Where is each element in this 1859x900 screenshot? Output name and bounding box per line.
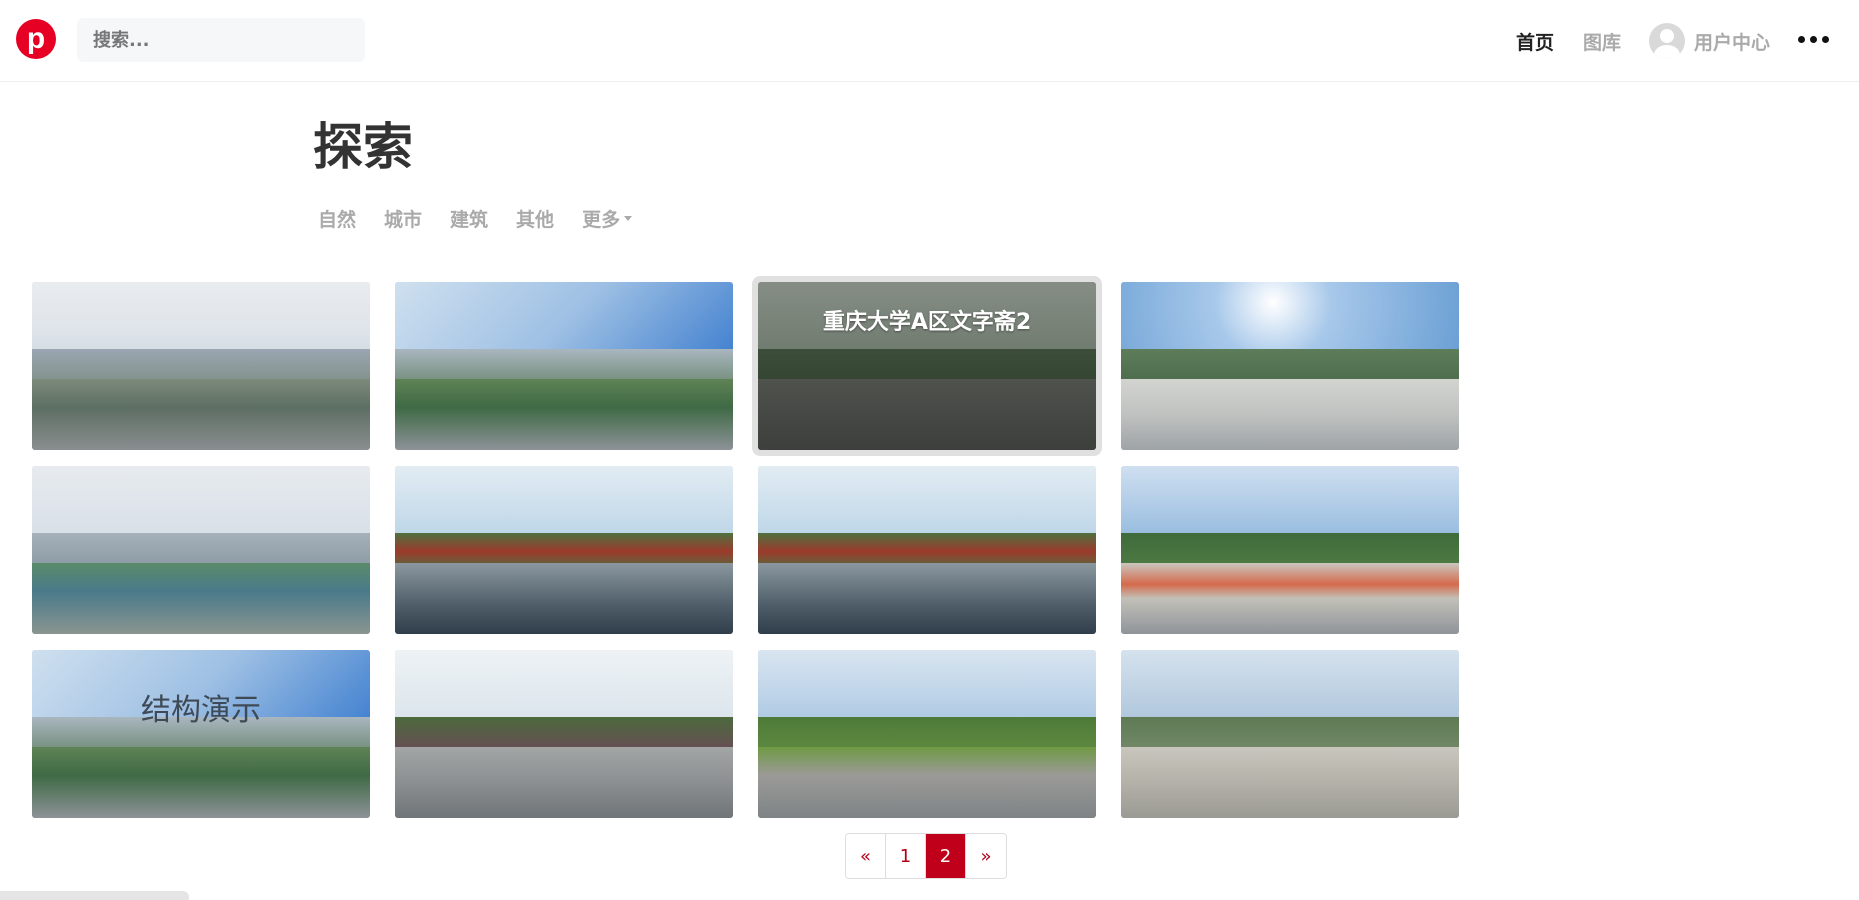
pagination-prev[interactable]: « (846, 834, 886, 878)
filter-nature[interactable]: 自然 (318, 205, 356, 232)
panorama-card[interactable] (1121, 282, 1459, 450)
panorama-thumbnail[interactable] (32, 466, 370, 634)
panorama-thumbnail[interactable] (1121, 282, 1459, 450)
filter-more-dropdown[interactable]: 更多 (582, 205, 633, 232)
search-input[interactable] (91, 28, 365, 52)
nav-gallery-link[interactable]: 图库 (1583, 24, 1621, 58)
page-title: 探索 (313, 118, 413, 176)
panorama-thumbnail[interactable] (395, 650, 733, 818)
panorama-thumbnail[interactable] (32, 282, 370, 450)
avatar-icon[interactable] (1649, 23, 1685, 59)
panorama-card[interactable]: 结构演示 (32, 650, 370, 818)
pagination-next[interactable]: » (966, 834, 1006, 878)
top-navbar: p 首页 图库 用户中心 (0, 0, 1859, 82)
panorama-card[interactable] (32, 282, 370, 450)
panorama-card[interactable] (758, 466, 1096, 634)
panorama-thumbnail[interactable] (1121, 650, 1459, 818)
more-label[interactable]: 更多 (582, 209, 620, 231)
panorama-thumbnail[interactable] (1121, 466, 1459, 634)
panorama-card[interactable] (1121, 650, 1459, 818)
pagination: « 1 2 » (845, 833, 1007, 879)
panorama-watermark-text: 结构演示 (141, 693, 261, 728)
category-filters: 自然 城市 建筑 其他 更多 (318, 205, 633, 232)
panorama-card[interactable] (395, 466, 733, 634)
filter-other[interactable]: 其他 (516, 205, 554, 232)
filter-architecture[interactable]: 建筑 (450, 205, 488, 232)
panorama-thumbnail[interactable] (395, 466, 733, 634)
horizontal-scrollbar[interactable] (0, 891, 189, 900)
panorama-card[interactable]: 重庆大学A区文字斋2 (758, 282, 1096, 450)
panorama-grid: 重庆大学A区文字斋2 结构演示 (32, 282, 1459, 818)
panorama-card[interactable] (758, 650, 1096, 818)
pinterest-logo-icon[interactable]: p (16, 19, 56, 59)
panorama-title: 重庆大学A区文字斋2 (822, 310, 1032, 335)
panorama-thumbnail[interactable] (395, 282, 733, 450)
caret-down-icon (624, 216, 633, 221)
pagination-page-1[interactable]: 1 (886, 834, 926, 878)
panorama-card[interactable] (395, 650, 733, 818)
nav-user-center[interactable]: 用户中心 (1649, 23, 1770, 59)
nav-home-link[interactable]: 首页 (1516, 24, 1554, 58)
panorama-card[interactable] (32, 466, 370, 634)
search-box[interactable] (77, 18, 365, 62)
panorama-card[interactable] (1121, 466, 1459, 634)
pagination-page-2[interactable]: 2 (926, 834, 966, 878)
user-center-label[interactable]: 用户中心 (1694, 28, 1770, 55)
panorama-thumbnail[interactable] (758, 650, 1096, 818)
more-options-icon[interactable] (1798, 36, 1829, 43)
panorama-thumbnail[interactable] (758, 466, 1096, 634)
filter-city[interactable]: 城市 (384, 205, 422, 232)
panorama-card[interactable] (395, 282, 733, 450)
panorama-thumbnail[interactable] (32, 650, 370, 818)
